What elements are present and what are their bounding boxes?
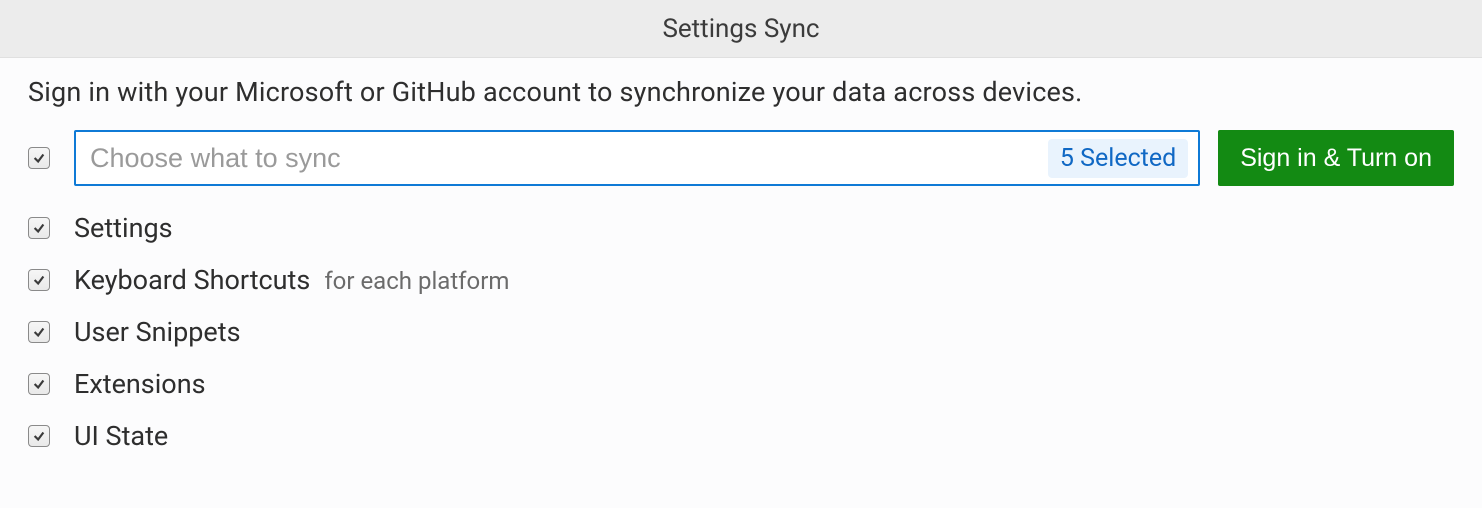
option-checkbox-extensions[interactable]	[28, 373, 50, 395]
option-checkbox-settings[interactable]	[28, 217, 50, 239]
sync-input[interactable]	[90, 132, 1048, 184]
master-checkbox-wrapper	[28, 147, 56, 169]
option-label: UI State	[74, 420, 168, 452]
dialog-subtitle: Sign in with your Microsoft or GitHub ac…	[28, 76, 1454, 108]
checkmark-icon	[32, 377, 46, 391]
checkmark-icon	[32, 325, 46, 339]
checkmark-icon	[32, 151, 46, 165]
checkmark-icon	[32, 221, 46, 235]
dialog-title: Settings Sync	[0, 0, 1482, 58]
option-checkbox-keyboard-shortcuts[interactable]	[28, 269, 50, 291]
option-label: Keyboard Shortcuts	[74, 264, 310, 296]
option-row-ui-state[interactable]: UI State	[28, 420, 1454, 452]
option-label-line: Keyboard Shortcuts for each platform	[74, 264, 509, 296]
checkmark-icon	[32, 273, 46, 287]
dialog-body: Sign in with your Microsoft or GitHub ac…	[0, 58, 1482, 472]
sync-input-container[interactable]: 5 Selected	[74, 130, 1200, 186]
option-label-line: User Snippets	[74, 316, 255, 348]
option-label: Extensions	[74, 368, 206, 400]
settings-sync-dialog: Settings Sync Sign in with your Microsof…	[0, 0, 1482, 508]
option-label-line: UI State	[74, 420, 182, 452]
option-checkbox-ui-state[interactable]	[28, 425, 50, 447]
option-row-user-snippets[interactable]: User Snippets	[28, 316, 1454, 348]
master-checkbox[interactable]	[28, 147, 50, 169]
option-row-settings[interactable]: Settings	[28, 212, 1454, 244]
option-label: User Snippets	[74, 316, 241, 348]
checkmark-icon	[32, 429, 46, 443]
option-label: Settings	[74, 212, 173, 244]
option-label-line: Extensions	[74, 368, 220, 400]
sign-in-turn-on-button[interactable]: Sign in & Turn on	[1218, 130, 1454, 186]
option-row-extensions[interactable]: Extensions	[28, 368, 1454, 400]
option-checkbox-user-snippets[interactable]	[28, 321, 50, 343]
selected-count-badge: 5 Selected	[1048, 139, 1188, 178]
sync-option-list: Settings Keyboard Shortcuts for each pla…	[28, 212, 1454, 452]
input-row: 5 Selected Sign in & Turn on	[28, 130, 1454, 186]
option-label-line: Settings	[74, 212, 187, 244]
option-row-keyboard-shortcuts[interactable]: Keyboard Shortcuts for each platform	[28, 264, 1454, 296]
option-detail: for each platform	[324, 267, 509, 295]
